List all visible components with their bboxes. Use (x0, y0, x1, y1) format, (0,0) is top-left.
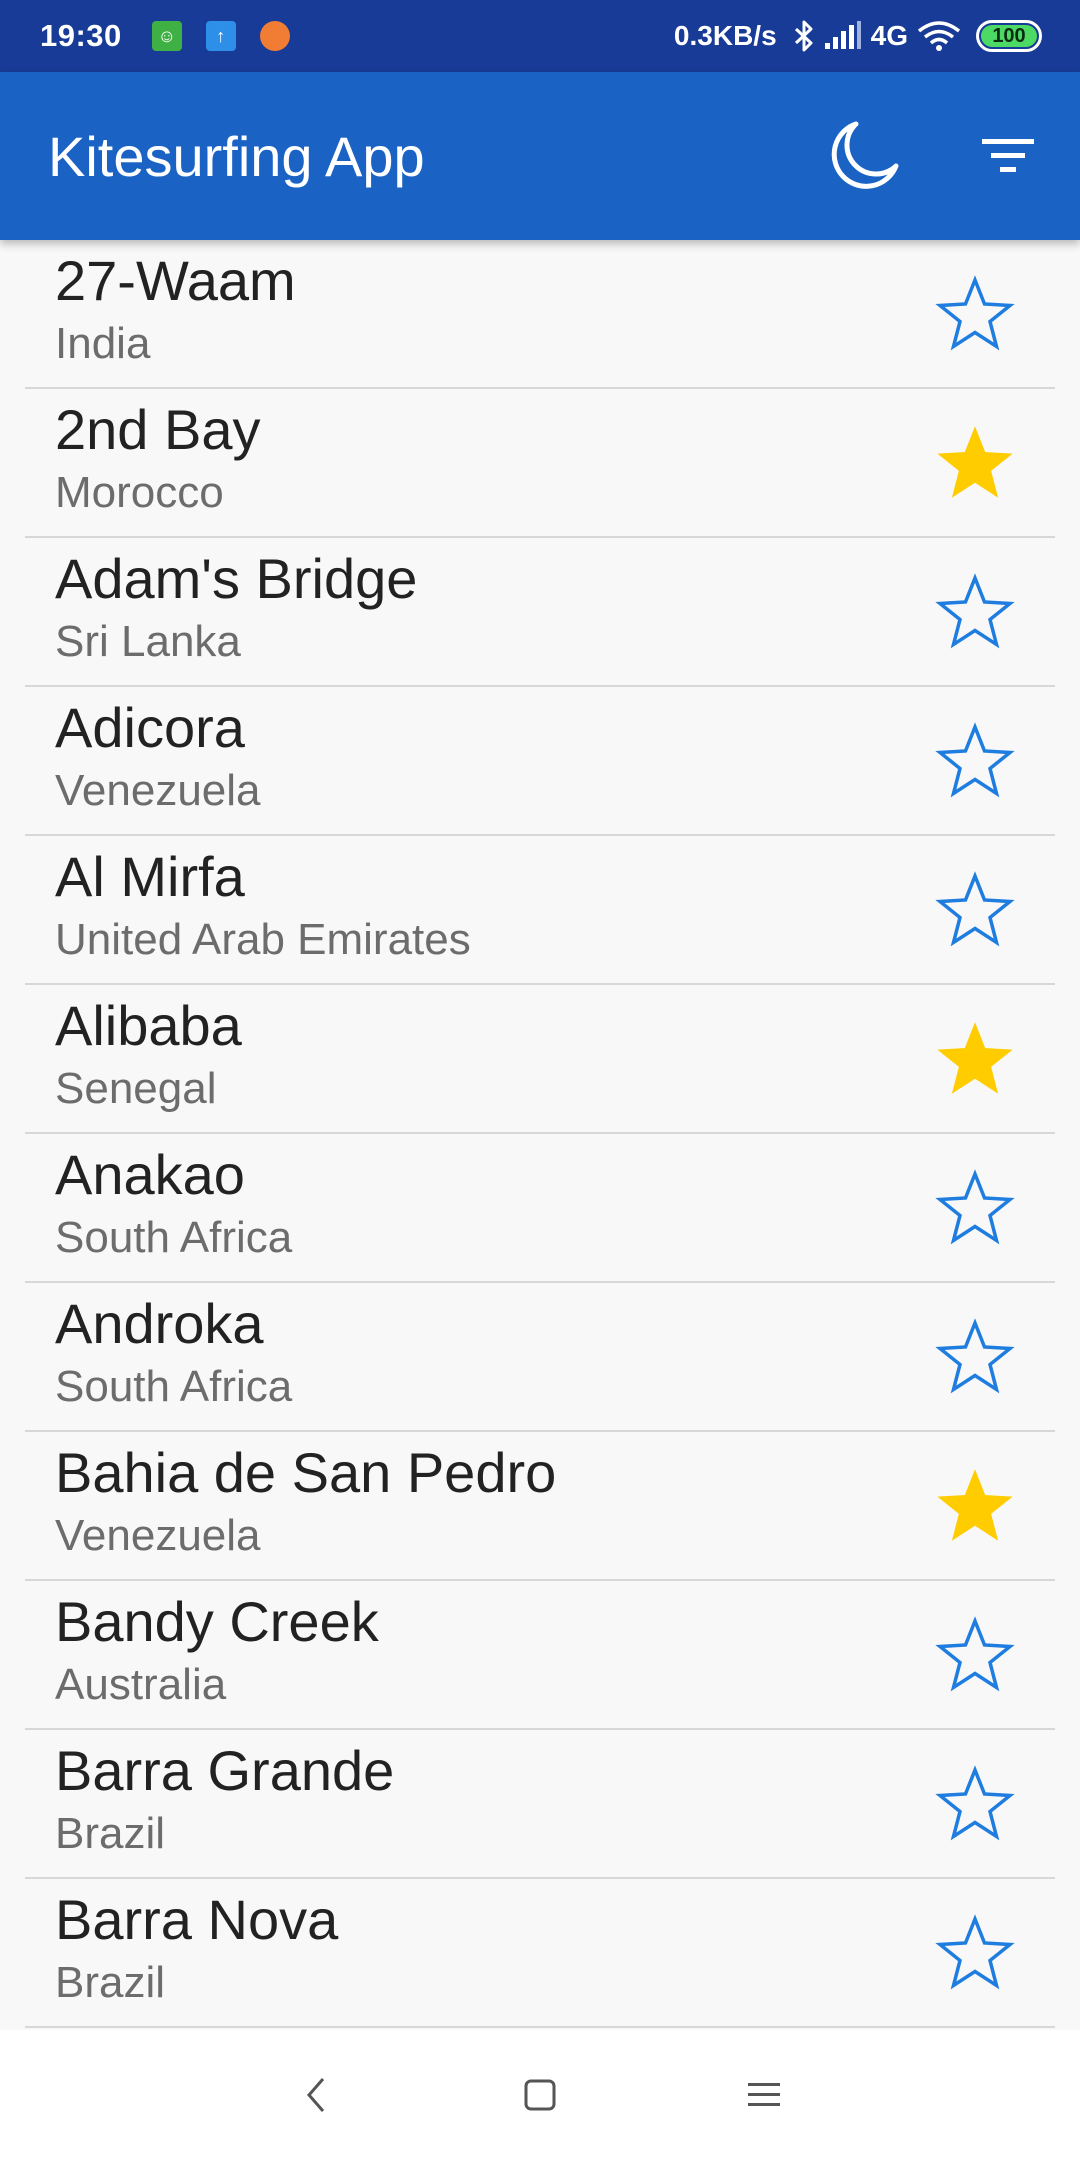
star-outline-icon (935, 871, 1015, 947)
battery-level: 100 (981, 25, 1037, 47)
favorite-toggle-button[interactable] (935, 870, 1015, 950)
spot-name: Al Mirfa (55, 845, 245, 908)
spot-text: Alibaba Senegal (25, 985, 1055, 1115)
spot-country: Brazil (55, 1958, 166, 2007)
spot-list-item[interactable]: Bandy Creek Australia (25, 1581, 1055, 1730)
favorite-toggle-button[interactable] (935, 1466, 1015, 1546)
battery-icon: 100 (976, 20, 1042, 52)
spot-country: Morocco (55, 468, 224, 517)
network-type: 4G (870, 20, 908, 51)
spot-text: Adam's Bridge Sri Lanka (25, 538, 1055, 668)
favorite-toggle-button[interactable] (935, 423, 1015, 503)
spot-text: Androka South Africa (25, 1283, 1055, 1413)
network-speed: 0.3KB/s (673, 20, 777, 51)
spot-country: Venezuela (55, 766, 261, 815)
home-icon (524, 2079, 556, 2111)
spot-name: Adam's Bridge (55, 547, 418, 610)
spot-list-item[interactable]: Bahia de San Pedro Venezuela (25, 1432, 1055, 1581)
spot-list-item[interactable]: Alibaba Senegal (25, 985, 1055, 1134)
spot-list-item[interactable]: Adam's Bridge Sri Lanka (25, 538, 1055, 687)
spot-country: Senegal (55, 1064, 217, 1113)
spot-name: Adicora (55, 696, 245, 759)
home-button[interactable] (480, 2045, 600, 2145)
spot-text: 2nd Bay Morocco (25, 389, 1055, 519)
spot-country: South Africa (55, 1213, 293, 1262)
app-bar: Kitesurfing App (0, 72, 1080, 240)
orange-app-icon (259, 21, 290, 51)
spot-name: Barra Grande (55, 1739, 395, 1802)
spot-name: 2nd Bay (55, 398, 261, 461)
wifi-icon (916, 20, 962, 52)
notification-icons: ☺ ↑ (151, 21, 314, 51)
spot-name: Androka (55, 1292, 264, 1355)
spot-list-item[interactable]: Androka South Africa (25, 1283, 1055, 1432)
star-outline-icon (935, 275, 1015, 351)
spot-list-item[interactable]: Barra Grande Brazil (25, 1730, 1055, 1879)
filter-icon (982, 139, 1034, 172)
favorite-toggle-button[interactable] (935, 1168, 1015, 1248)
spot-name: Alibaba (55, 994, 242, 1057)
favorite-toggle-button[interactable] (935, 1913, 1015, 1993)
spot-list-item[interactable]: Anakao South Africa (25, 1134, 1055, 1283)
signal-icon (823, 21, 863, 51)
star-filled-icon (937, 1469, 1013, 1541)
spot-country: South Africa (55, 1362, 293, 1411)
star-outline-icon (935, 573, 1015, 649)
spot-country: Venezuela (55, 1511, 261, 1560)
spot-name: Anakao (55, 1143, 245, 1206)
spot-text: Adicora Venezuela (25, 687, 1055, 817)
star-filled-icon (937, 1022, 1013, 1094)
spot-text: Barra Nova Brazil (25, 1879, 1055, 2009)
upload-app-icon: ↑ (205, 21, 236, 51)
spot-list-item[interactable]: Adicora Venezuela (25, 687, 1055, 836)
back-button[interactable] (256, 2045, 376, 2145)
spot-text: Barra Grande Brazil (25, 1730, 1055, 1860)
spot-list-item[interactable]: 2nd Bay Morocco (25, 389, 1055, 538)
favorite-toggle-button[interactable] (935, 1019, 1015, 1099)
spot-text: Anakao South Africa (25, 1134, 1055, 1264)
favorite-toggle-button[interactable] (935, 1615, 1015, 1695)
spot-name: Barra Nova (55, 1888, 339, 1951)
status-time: 19:30 (40, 18, 122, 53)
spot-list[interactable]: 27-Waam India 2nd Bay Morocco Adam's Bridge S… (0, 240, 1080, 2030)
spot-name: 27-Waam (55, 249, 296, 312)
spot-text: Bahia de San Pedro Venezuela (25, 1432, 1055, 1562)
theme-toggle-button[interactable] (804, 96, 924, 216)
star-outline-icon (935, 1616, 1015, 1692)
spot-text: Al Mirfa United Arab Emirates (25, 836, 1055, 966)
spot-country: Australia (55, 1660, 227, 1709)
spot-country: United Arab Emirates (55, 915, 471, 964)
star-outline-icon (935, 722, 1015, 798)
spot-name: Bandy Creek (55, 1590, 379, 1653)
back-icon (307, 2078, 325, 2112)
favorite-toggle-button[interactable] (935, 721, 1015, 801)
spot-name: Bahia de San Pedro (55, 1441, 557, 1504)
spot-country: Sri Lanka (55, 617, 241, 666)
spot-text: Bandy Creek Australia (25, 1581, 1055, 1711)
recents-button[interactable] (704, 2045, 824, 2145)
star-outline-icon (935, 1318, 1015, 1394)
filter-button[interactable] (948, 96, 1068, 216)
favorite-toggle-button[interactable] (935, 274, 1015, 354)
spot-country: India (55, 319, 151, 368)
spot-list-item[interactable]: Al Mirfa United Arab Emirates (25, 836, 1055, 985)
recents-icon (748, 2083, 780, 2106)
star-outline-icon (935, 1169, 1015, 1245)
favorite-toggle-button[interactable] (935, 1317, 1015, 1397)
moon-icon (831, 121, 899, 189)
favorite-toggle-button[interactable] (935, 572, 1015, 652)
star-outline-icon (935, 1914, 1015, 1990)
star-outline-icon (935, 1765, 1015, 1841)
spot-text: 27-Waam India (25, 240, 1055, 370)
android-app-icon: ☺ (151, 21, 182, 51)
status-bar: 19:30 ☺ ↑ 0.3KB/s 4G 100 (0, 0, 1080, 72)
bluetooth-icon (793, 20, 815, 52)
star-filled-icon (937, 426, 1013, 498)
spot-country: Brazil (55, 1809, 166, 1858)
app-title: Kitesurfing App (48, 124, 425, 188)
favorite-toggle-button[interactable] (935, 1764, 1015, 1844)
spot-list-item[interactable]: 27-Waam India (25, 240, 1055, 389)
spot-list-item[interactable]: Barra Nova Brazil (25, 1879, 1055, 2028)
navigation-bar (0, 2030, 1080, 2160)
